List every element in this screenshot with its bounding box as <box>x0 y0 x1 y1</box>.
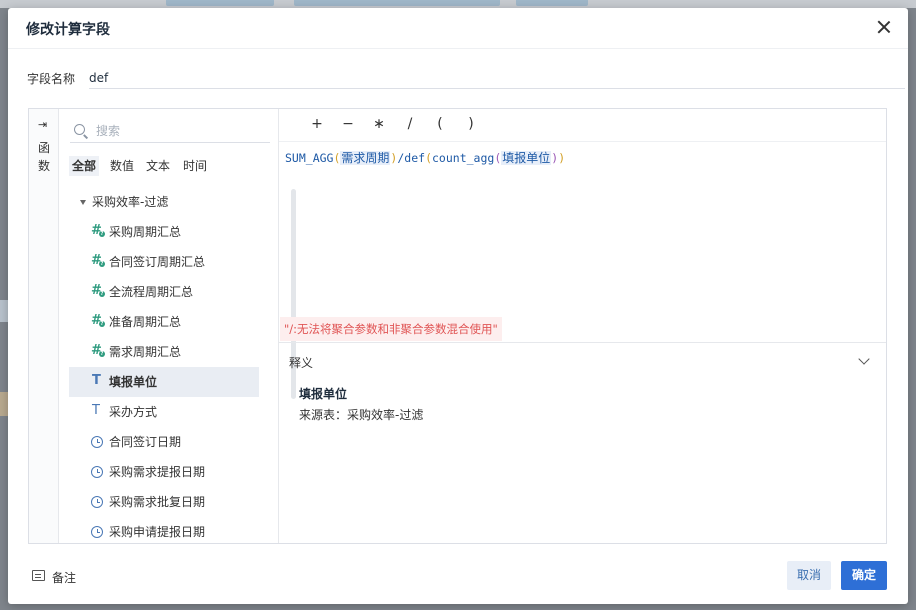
confirm-button[interactable]: 确定 <box>841 561 887 590</box>
filter-all[interactable]: 全部 <box>69 156 100 176</box>
header-divider <box>8 48 908 49</box>
background-tag <box>166 0 274 6</box>
tree-item[interactable]: #? 合同签订周期汇总 <box>69 247 259 277</box>
search-icon <box>74 124 85 135</box>
tree-item[interactable]: 合同签订日期 <box>69 427 259 457</box>
functions-tab-label: 函数 <box>37 141 50 173</box>
filter-time[interactable]: 时间 <box>180 156 210 176</box>
calc-field-icon: #? <box>91 283 105 298</box>
background-edge <box>0 300 8 322</box>
toolbar-divider <box>279 141 886 142</box>
right-paren-button[interactable]: ) <box>463 116 479 132</box>
background-tag <box>516 0 588 6</box>
explanation-source-table: 来源表：采购效率-过滤 <box>299 408 424 422</box>
formula-error-message: "/:无法将聚合参数和非聚合参数混合使用" <box>280 317 502 341</box>
tree-item-label: 采办方式 <box>109 405 158 419</box>
dialog-title: 修改计算字段 <box>26 22 110 38</box>
calc-field-icon: #? <box>91 313 105 328</box>
collapse-triangle-icon <box>80 200 86 205</box>
calc-field-icon: #? <box>91 343 105 358</box>
formula-function: SUM_AGG <box>285 151 334 165</box>
formula-field: 填报单位 <box>501 151 552 165</box>
tree-item-label: 准备周期汇总 <box>109 315 182 329</box>
explanation-panel: 释义 填报单位 来源表：采购效率-过滤 <box>279 342 886 543</box>
tree-item[interactable]: #? 准备周期汇总 <box>69 307 259 337</box>
field-panel: 全部 数值 文本 时间 采购效率-过滤 #? 采购周期汇总 #? 合同签订周期汇… <box>59 109 296 543</box>
tree-item-label: 需求周期汇总 <box>109 345 182 359</box>
text-type-icon: T <box>92 373 101 388</box>
tree-item-label: 采购需求批复日期 <box>109 495 206 509</box>
formula-editor: ⇥ 函数 全部 数值 文本 时间 采购效率-过滤 #? <box>28 108 887 544</box>
note-label: 备注 <box>52 571 77 585</box>
tree-item-label: 填报单位 <box>109 375 158 389</box>
explanation-title: 释义 <box>289 356 314 370</box>
formula-field: 需求周期 <box>340 151 391 165</box>
divide-operator-button[interactable]: / <box>402 116 418 132</box>
tree-item[interactable]: #? 需求周期汇总 <box>69 337 259 367</box>
background-edge <box>0 392 8 416</box>
tree-group-label: 采购效率-过滤 <box>92 195 169 209</box>
tree-group-header[interactable]: 采购效率-过滤 <box>80 191 168 213</box>
clock-icon <box>91 526 103 538</box>
arrow-right-icon: ⇥ <box>38 118 48 131</box>
tree-item-label: 合同签订周期汇总 <box>109 255 206 269</box>
tree-item-selected[interactable]: T 填报单位 <box>69 367 259 397</box>
cancel-button[interactable]: 取消 <box>787 561 831 590</box>
formula-operator: /def <box>397 151 426 165</box>
close-icon[interactable] <box>876 19 892 35</box>
background-tag <box>294 0 500 6</box>
clock-icon <box>91 466 103 478</box>
field-name-input[interactable] <box>89 67 905 89</box>
edit-calculated-field-dialog: 修改计算字段 字段名称 ⇥ 函数 全部 数值 文本 时间 <box>8 8 908 604</box>
tree-item-label: 采购周期汇总 <box>109 225 182 239</box>
field-name-label: 字段名称 <box>27 72 76 86</box>
plus-operator-button[interactable]: + <box>309 116 325 132</box>
tree-item-label: 采购申请提报日期 <box>109 525 206 539</box>
text-type-icon: T <box>92 403 100 418</box>
note-icon <box>32 570 45 581</box>
clock-icon <box>91 496 103 508</box>
search-input[interactable] <box>96 122 266 140</box>
calc-field-icon: #? <box>91 253 105 268</box>
filter-number[interactable]: 数值 <box>107 156 137 176</box>
tree-item[interactable]: 采购申请提报日期 <box>69 517 259 543</box>
tree-item-label: 采购需求提报日期 <box>109 465 206 479</box>
minus-operator-button[interactable]: − <box>340 116 356 132</box>
left-paren-button[interactable]: ( <box>432 116 448 132</box>
multiply-operator-button[interactable]: ∗ <box>371 116 387 132</box>
field-tree: 采购效率-过滤 #? 采购周期汇总 #? 合同签订周期汇总 #? 全流程周期汇总… <box>59 189 279 543</box>
tree-item[interactable]: #? 采购周期汇总 <box>69 217 259 247</box>
tree-item[interactable]: 采购需求提报日期 <box>69 457 259 487</box>
tree-item[interactable]: #? 全流程周期汇总 <box>69 277 259 307</box>
chevron-down-icon[interactable] <box>858 353 870 365</box>
explanation-field-name: 填报单位 <box>299 387 348 401</box>
formula-function: count_agg <box>432 151 495 165</box>
search-box <box>70 119 270 143</box>
calc-field-icon: #? <box>91 223 105 238</box>
functions-tab[interactable]: ⇥ 函数 <box>29 109 59 543</box>
clock-icon <box>91 436 103 448</box>
tree-item-label: 合同签订日期 <box>109 435 182 449</box>
filter-text[interactable]: 文本 <box>143 156 173 176</box>
formula-text[interactable]: SUM_AGG(需求周期)/def(count_agg(填报单位)) <box>285 149 565 166</box>
tree-item[interactable]: T 采办方式 <box>69 397 259 427</box>
tree-item-label: 全流程周期汇总 <box>109 285 194 299</box>
tree-item[interactable]: 采购需求批复日期 <box>69 487 259 517</box>
